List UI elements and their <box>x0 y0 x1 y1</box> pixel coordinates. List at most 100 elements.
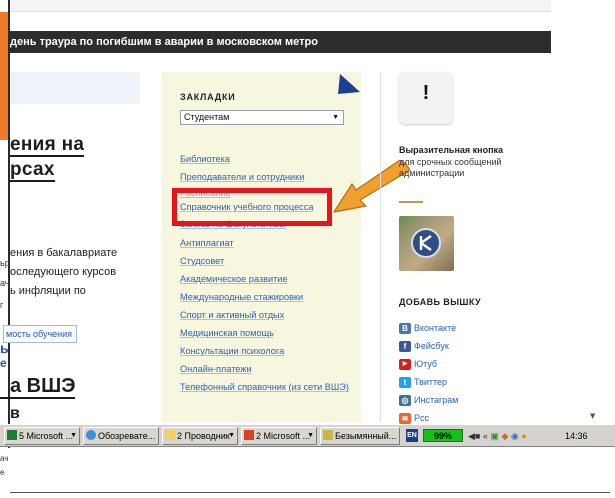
clock[interactable]: 14:36 <box>565 427 588 445</box>
social-link-instagram[interactable]: ◎ Инстаграм <box>399 391 458 409</box>
news-heading-line1[interactable]: ения на <box>10 134 85 157</box>
plug-icon[interactable]: ◀■ <box>468 431 480 441</box>
browser-top-band <box>10 0 551 12</box>
network-icon[interactable]: ▣ <box>490 431 499 441</box>
volume-icon[interactable]: ◉ <box>511 431 519 441</box>
chevron-down-icon[interactable]: ▼ <box>332 111 339 124</box>
explorer-icon <box>86 430 96 440</box>
news-bar-text[interactable]: день траура по погибшим в аварии в моско… <box>10 36 318 48</box>
section-divider <box>399 201 423 203</box>
social-link-label[interactable]: Ютуб <box>414 359 437 369</box>
instagram-icon: ◎ <box>399 394 411 406</box>
facebook-icon: f <box>399 340 411 352</box>
left-window-fragment: ьр <box>0 258 10 268</box>
news-heading-line2[interactable]: рсах <box>10 159 55 182</box>
hse-heading: а ВШЭ <box>0 375 76 399</box>
bookmark-academic-development[interactable]: Академическое развитие <box>180 270 350 288</box>
alert-button[interactable]: ! <box>399 72 453 124</box>
battery-indicator[interactable]: 99% <box>423 429 463 442</box>
bookmark-sport[interactable]: Спорт и активный отдых <box>180 306 350 324</box>
tuition-cost-button[interactable]: мость обучения <box>3 325 77 343</box>
news-body-line: оследующего курсов <box>10 266 117 278</box>
taskbar: 5 Microsoft ... ▼ Обозревате... 2 Провод… <box>0 424 615 447</box>
scroll-down-icon[interactable]: ▼ <box>590 412 595 420</box>
bookmark-international-internships[interactable]: Международные стажировки <box>180 288 350 306</box>
taskbar-item-paint[interactable]: Безымянный... <box>320 427 400 445</box>
taskbar-item-explorer[interactable]: 2 Проводник ▼ <box>162 427 238 445</box>
exclamation-icon: ! <box>422 82 430 104</box>
alert-description: для срочных сообщений администрации <box>399 157 502 178</box>
update-icon[interactable]: ● <box>521 431 526 441</box>
social-link-facebook[interactable]: f Фейсбук <box>399 337 458 355</box>
taskbar-item-label: Обозревате... <box>98 431 156 441</box>
chevron-down-icon[interactable]: ▼ <box>228 428 235 444</box>
add-hse-title: ДОБАВЬ ВЫШКУ <box>399 297 481 307</box>
hse-heading-second: в <box>0 405 20 423</box>
excel-icon <box>7 430 17 440</box>
left-window-fragment: г <box>0 300 4 310</box>
expand-tray-icon[interactable]: « <box>483 431 488 441</box>
hse-building-image[interactable] <box>399 216 454 271</box>
news-body-line: ения в бакалавриате <box>10 247 118 259</box>
alert-title: Выразительная кнопка <box>399 145 504 155</box>
bookmark-antiplagiarism[interactable]: Антиплагиат <box>180 234 350 252</box>
bookmark-teachers[interactable]: Преподаватели и сотрудники <box>180 168 350 186</box>
hse-logo-icon <box>411 228 441 258</box>
social-link-label[interactable]: Твиттер <box>414 377 447 387</box>
audience-select[interactable]: Студентам ▼ <box>180 110 344 125</box>
bookmark-student-council[interactable]: Студсовет <box>180 252 350 270</box>
search-banner <box>10 72 140 104</box>
taskbar-item-label: 5 Microsoft ... <box>19 431 74 441</box>
taskbar-item-browser[interactable]: Обозревате... <box>83 427 159 445</box>
below-taskbar-area: ач е <box>0 448 615 498</box>
bottom-border <box>10 492 610 493</box>
social-link-label[interactable]: Фейсбук <box>414 341 449 351</box>
bookmarks-title: ЗАКЛАДКИ <box>180 92 236 102</box>
twitter-icon: t <box>399 376 411 388</box>
bookmarks-list: Библиотека Преподаватели и сотрудники Ра… <box>180 150 350 393</box>
news-body-line: ь инфляции по <box>10 285 86 297</box>
social-link-label[interactable]: Инстаграм <box>414 395 458 405</box>
chevron-down-icon[interactable]: ▼ <box>307 428 314 444</box>
language-indicator[interactable]: EN <box>406 429 418 442</box>
highlight-box <box>172 188 332 226</box>
social-link-label[interactable]: Вконтакте <box>414 323 456 333</box>
chevron-down-icon[interactable]: ▼ <box>70 428 77 444</box>
taskbar-item-excel[interactable]: 5 Microsoft ... ▼ <box>4 427 80 445</box>
bookmark-medical-help[interactable]: Медицинская помощь <box>180 324 350 342</box>
taskbar-item-label: 2 Microsoft ... <box>256 431 311 441</box>
news-body: ения в бакалавриате оследующего курсов ь… <box>0 244 117 301</box>
news-bar[interactable]: день траура по погибшим в аварии в моско… <box>10 31 551 53</box>
social-link-vk[interactable]: В Вконтакте <box>399 319 458 337</box>
bookmark-online-payments[interactable]: Онлайн-платежи <box>180 360 350 378</box>
social-link-twitter[interactable]: t Твиттер <box>399 373 458 391</box>
hse-heading-second-text: в <box>10 405 20 422</box>
hse-logo-mark <box>419 235 432 251</box>
social-link-label[interactable]: Рсс <box>414 413 429 423</box>
folder-icon <box>165 430 175 440</box>
security-icon[interactable]: ◆ <box>501 431 508 441</box>
bookmark-library[interactable]: Библиотека <box>180 150 350 168</box>
left-window-fragment: ач <box>0 454 9 463</box>
screen: день траура по погибшим в аварии в моско… <box>0 0 615 498</box>
rss-icon: ≋ <box>399 412 411 424</box>
left-window-fragment: ач <box>0 278 10 288</box>
link-fragment[interactable]: е <box>0 356 7 370</box>
social-link-youtube[interactable]: ▶ Ютуб <box>399 355 458 373</box>
left-window-fragment: е <box>0 468 5 477</box>
hse-heading-text: а ВШЭ <box>0 375 76 399</box>
bookmark-psychologist[interactable]: Консультации психолога <box>180 342 350 360</box>
news-heading[interactable]: ения на рсах <box>10 132 85 182</box>
taskbar-item-label: Безымянный... <box>335 431 397 441</box>
powerpoint-icon <box>244 430 254 440</box>
taskbar-item-powerpoint[interactable]: 2 Microsoft ... ▼ <box>241 427 317 445</box>
column-divider <box>380 72 381 422</box>
system-tray: EN 99% ◀■ « ▣ ◆ ◉ ● 14:36 <box>406 427 615 445</box>
bookmark-phone-directory[interactable]: Телефонный справочник (из сети ВШЭ) <box>180 381 350 393</box>
corner-triangle-icon <box>338 74 360 94</box>
audience-select-value: Студентам <box>184 112 230 122</box>
vk-icon: В <box>399 322 411 334</box>
social-links: В Вконтакте f Фейсбук ▶ Ютуб t Твиттер ◎… <box>399 319 458 427</box>
link-fragment[interactable]: ь <box>0 340 9 356</box>
tray-icons[interactable]: ◀■ « ▣ ◆ ◉ ● <box>468 427 527 445</box>
